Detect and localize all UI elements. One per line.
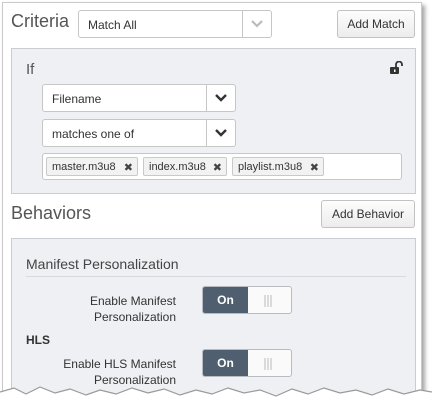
label-line: Enable HLS Manifest: [63, 357, 176, 371]
match-mode-select[interactable]: Match All: [78, 10, 272, 38]
if-condition-box: If Filename matches one of master.m3u8 ✖: [11, 48, 416, 194]
unlock-icon[interactable]: [389, 60, 403, 80]
field-select[interactable]: Filename: [42, 84, 236, 112]
field-select-value: Filename: [52, 92, 102, 106]
add-behavior-button[interactable]: Add Behavior: [321, 200, 415, 228]
value-tag-label: index.m3u8: [149, 161, 206, 173]
torn-edge: [0, 386, 432, 407]
add-match-button[interactable]: Add Match: [337, 10, 415, 38]
operator-select-value: matches one of: [52, 127, 135, 141]
value-tag: playlist.m3u8 ✖: [232, 157, 324, 176]
manifest-personalization-behavior: Manifest Personalization Enable Manifest…: [11, 238, 416, 399]
remove-tag-icon[interactable]: ✖: [124, 161, 133, 174]
value-tag-label: master.m3u8: [52, 161, 116, 173]
grip-icon: [263, 357, 273, 375]
criteria-title: Criteria: [11, 11, 70, 31]
toggle-on-label: On: [203, 287, 248, 313]
hls-section-heading: HLS: [26, 333, 50, 347]
values-tag-input[interactable]: master.m3u8 ✖ index.m3u8 ✖ playlist.m3u8…: [42, 153, 402, 180]
if-label: If: [26, 61, 35, 78]
match-mode-value: Match All: [88, 18, 137, 32]
chevron-down-icon[interactable]: [242, 11, 271, 37]
rule-editor-panel: Criteria Match All Add Match If Filename: [2, 2, 422, 400]
enable-manifest-toggle[interactable]: On: [202, 286, 292, 314]
criteria-header: Criteria Match All Add Match: [3, 3, 421, 43]
grip-icon: [263, 294, 273, 312]
value-tag: index.m3u8 ✖: [143, 157, 227, 176]
remove-tag-icon[interactable]: ✖: [213, 161, 222, 174]
chevron-down-icon[interactable]: [206, 120, 235, 146]
enable-manifest-label: Enable Manifest Personalization: [16, 293, 176, 325]
value-tag-label: playlist.m3u8: [238, 161, 303, 173]
behavior-title: Manifest Personalization: [26, 256, 179, 272]
operator-select[interactable]: matches one of: [42, 119, 236, 147]
behaviors-title: Behaviors: [11, 203, 92, 223]
remove-tag-icon[interactable]: ✖: [310, 161, 319, 174]
enable-hls-toggle[interactable]: On: [202, 349, 292, 377]
divider: [26, 276, 406, 277]
label-line: Personalization: [93, 310, 176, 324]
chevron-down-icon[interactable]: [206, 85, 235, 111]
label-line: Enable Manifest: [89, 294, 176, 308]
value-tag: master.m3u8 ✖: [46, 157, 138, 176]
toggle-on-label: On: [203, 350, 248, 376]
